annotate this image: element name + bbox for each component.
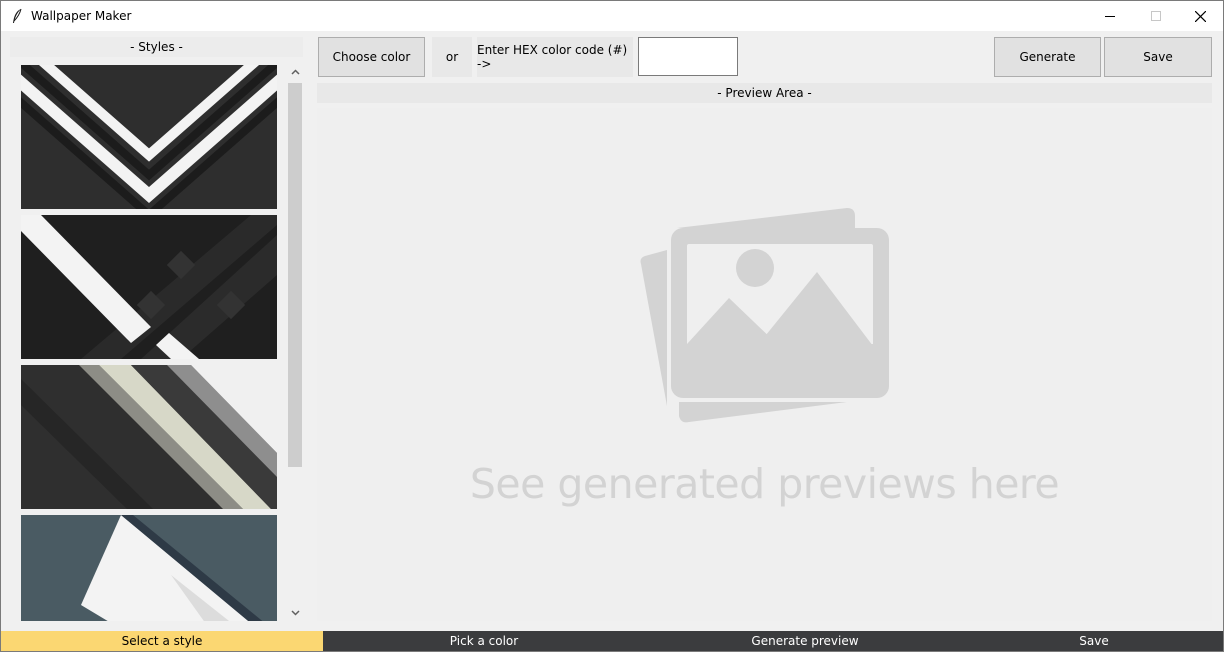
window-title: Wallpaper Maker [31, 9, 132, 23]
chevron-stripes-image [21, 65, 277, 209]
preview-header: - Preview Area - [317, 83, 1212, 103]
minimize-button[interactable] [1087, 1, 1133, 31]
styles-header: - Styles - [10, 37, 303, 57]
preview-placeholder-text: See generated previews here [469, 460, 1060, 508]
style-thumbnail-lattice[interactable] [21, 215, 277, 359]
style-thumbnail-slate[interactable] [21, 515, 277, 621]
maximize-button[interactable] [1133, 1, 1179, 31]
image-gallery-icon [640, 208, 889, 423]
maximize-icon [1151, 11, 1161, 21]
step-select-style[interactable]: Select a style [1, 631, 323, 651]
app-window: Wallpaper Maker - Styles - Choose color … [0, 0, 1224, 652]
hex-color-input[interactable] [638, 37, 738, 76]
step-pick-color[interactable]: Pick a color [323, 631, 645, 651]
or-label: or [432, 37, 472, 77]
chevron-up-icon [290, 68, 300, 75]
step-save[interactable]: Save [965, 631, 1223, 651]
dark-lattice-image [21, 215, 277, 359]
styles-scrollbar[interactable] [287, 61, 303, 621]
minimize-icon [1105, 16, 1115, 17]
close-button[interactable] [1177, 1, 1223, 31]
step-generate-preview[interactable]: Generate preview [645, 631, 965, 651]
preview-area: See generated previews here [317, 108, 1212, 621]
title-bar[interactable]: Wallpaper Maker [1, 1, 1223, 31]
style-thumbnail-chevron[interactable] [21, 65, 277, 209]
close-icon [1194, 10, 1206, 22]
save-button[interactable]: Save [1104, 37, 1212, 77]
feather-icon [13, 8, 22, 23]
scrollbar-thumb[interactable] [288, 83, 302, 467]
styles-list[interactable] [10, 61, 287, 621]
style-thumbnail-bands[interactable] [21, 365, 277, 509]
gray-bands-image [21, 365, 277, 509]
scroll-down-button[interactable] [287, 604, 303, 621]
slate-geometric-image [21, 515, 277, 621]
choose-color-button[interactable]: Choose color [318, 37, 425, 77]
scroll-up-button[interactable] [287, 63, 303, 80]
generate-button[interactable]: Generate [994, 37, 1101, 77]
hex-label: Enter HEX color code (#) -> [477, 37, 633, 77]
chevron-down-icon [290, 609, 300, 616]
steps-bar: Select a style Pick a color Generate pre… [1, 631, 1223, 651]
